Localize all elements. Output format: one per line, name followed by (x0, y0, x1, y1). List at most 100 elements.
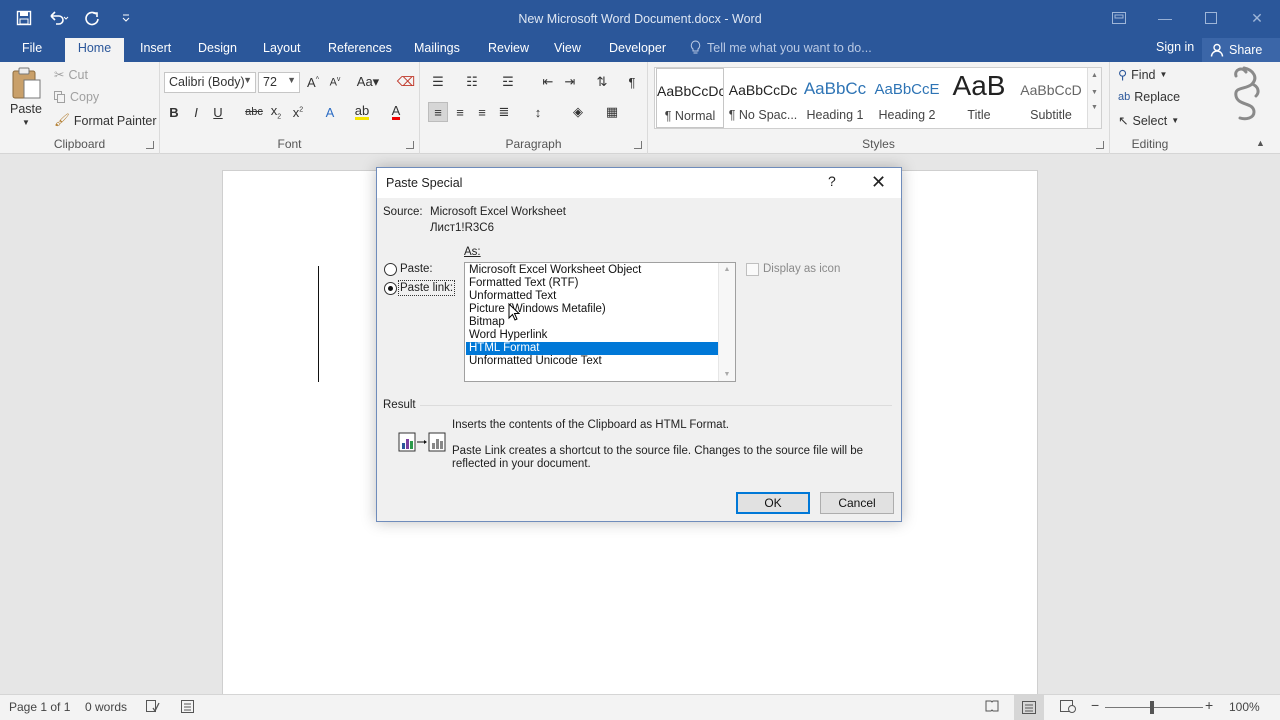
list-item[interactable]: Picture (Windows Metafile) (466, 303, 718, 316)
shading-button[interactable]: ◈ (568, 102, 588, 122)
italic-button[interactable]: I (186, 102, 206, 122)
text-effects-button[interactable]: A (320, 102, 340, 122)
align-center-button[interactable]: ≡ (450, 102, 470, 122)
zoom-in-icon[interactable]: + (1205, 697, 1213, 713)
list-item[interactable]: Microsoft Excel Worksheet Object (466, 264, 718, 277)
tab-insert[interactable]: Insert (138, 38, 173, 62)
web-layout-icon[interactable] (1060, 700, 1076, 716)
tab-view[interactable]: View (552, 38, 583, 62)
listbox-scrollbar[interactable]: ▲ ▼ (718, 263, 735, 381)
style-normal[interactable]: AaBbCcDc ¶ Normal (656, 68, 724, 128)
paragraph-launcher-icon[interactable] (634, 141, 642, 149)
collapse-ribbon-icon[interactable]: ▲ (1256, 138, 1265, 148)
list-item[interactable]: Unformatted Unicode Text (466, 355, 718, 368)
list-item[interactable]: Bitmap (466, 316, 718, 329)
tab-layout[interactable]: Layout (261, 38, 303, 62)
paste-radio-label[interactable]: Paste: (400, 263, 433, 275)
strikethrough-button[interactable]: abc (244, 102, 264, 122)
style-heading-2[interactable]: AaBbCcE Heading 2 (871, 68, 943, 128)
proofing-icon[interactable] (146, 700, 160, 716)
increase-indent-button[interactable]: ⇥ (560, 72, 580, 92)
chevron-up-icon[interactable]: ▲ (719, 266, 735, 273)
zoom-level[interactable]: 100% (1229, 700, 1260, 714)
tab-review[interactable]: Review (486, 38, 531, 62)
borders-button[interactable]: ▦ (602, 102, 622, 122)
maximize-button[interactable] (1188, 0, 1234, 36)
paste-as-listbox[interactable]: Microsoft Excel Worksheet Object Formatt… (464, 262, 736, 382)
paste-button[interactable]: Paste ▼ (10, 66, 42, 127)
close-window-button[interactable]: ✕ (1234, 0, 1280, 36)
tab-file[interactable]: File (20, 38, 44, 62)
ribbon-display-button[interactable] (1096, 0, 1142, 36)
highlight-button[interactable]: ab (352, 102, 372, 122)
print-layout-icon[interactable] (1014, 695, 1044, 720)
read-mode-icon[interactable] (985, 700, 999, 715)
style-heading-1[interactable]: AaBbCc Heading 1 (799, 68, 871, 128)
align-right-button[interactable]: ≡ (472, 102, 492, 122)
styles-launcher-icon[interactable] (1096, 141, 1104, 149)
zoom-slider[interactable] (1105, 707, 1203, 708)
tab-mailings[interactable]: Mailings (412, 38, 462, 62)
font-color-button[interactable]: A (386, 102, 406, 122)
style-title[interactable]: AaB Title (943, 68, 1015, 128)
page-count[interactable]: Page 1 of 1 (9, 700, 70, 714)
select-button[interactable]: ↖ Select ▼ (1118, 113, 1179, 129)
paste-link-radio-label[interactable]: Paste link: (397, 280, 456, 296)
line-spacing-button[interactable]: ↕ (528, 102, 548, 122)
list-item[interactable]: Unformatted Text (466, 290, 718, 303)
copy-button[interactable]: Copy (54, 90, 99, 104)
show-formatting-button[interactable]: ¶ (622, 72, 642, 92)
superscript-button[interactable]: x2 (288, 102, 308, 122)
clear-formatting-button[interactable]: ⌫ (396, 72, 416, 92)
gallery-more-icon[interactable]: ▼ (1088, 104, 1101, 111)
change-case-button[interactable]: Aa▾ (353, 72, 383, 92)
styles-scroll[interactable]: ▲ ▼ ▼ (1087, 68, 1101, 128)
find-button[interactable]: ⚲ Find ▼ (1118, 67, 1167, 83)
chevron-down-icon[interactable]: ▼ (719, 371, 735, 378)
sort-button[interactable]: ⇅ (592, 72, 612, 92)
multilevel-list-button[interactable]: ☲ (498, 72, 518, 92)
list-item[interactable]: Formatted Text (RTF) (466, 277, 718, 290)
style-subtitle[interactable]: AaBbCcD Subtitle (1015, 68, 1087, 128)
chevron-up-icon[interactable]: ▲ (1088, 72, 1101, 79)
dialog-close-button[interactable]: ✕ (871, 172, 886, 193)
shrink-font-button[interactable]: Av (325, 72, 345, 92)
font-size-combo[interactable]: 72 ▼ (258, 72, 300, 93)
bullets-button[interactable]: ☰ (428, 72, 448, 92)
grow-font-button[interactable]: A^ (303, 72, 323, 92)
font-name-combo[interactable]: Calibri (Body) ▼ (164, 72, 256, 93)
display-as-icon-label[interactable]: Display as icon (763, 263, 840, 275)
replace-button[interactable]: ab Replace (1118, 90, 1180, 104)
cut-button[interactable]: ✂ Cut (54, 67, 88, 83)
font-launcher-icon[interactable] (406, 141, 414, 149)
zoom-slider-thumb[interactable] (1150, 701, 1154, 714)
ok-button[interactable]: OK (736, 492, 810, 514)
zoom-out-icon[interactable]: − (1091, 697, 1099, 713)
align-left-button[interactable]: ≡ (428, 102, 448, 122)
paste-link-radio[interactable] (384, 282, 397, 295)
style-no-spacing[interactable]: AaBbCcDc ¶ No Spac... (727, 68, 799, 128)
justify-button[interactable]: ≣ (494, 102, 514, 122)
tab-home[interactable]: Home (65, 38, 124, 62)
decrease-indent-button[interactable]: ⇤ (538, 72, 558, 92)
display-as-icon-checkbox[interactable] (746, 263, 759, 276)
word-count[interactable]: 0 words (85, 700, 127, 714)
minimize-button[interactable]: — (1142, 0, 1188, 36)
tab-developer[interactable]: Developer (607, 38, 668, 62)
tab-references[interactable]: References (326, 38, 394, 62)
format-painter-button[interactable]: 🖌 Format Painter (54, 113, 157, 128)
tab-design[interactable]: Design (196, 38, 239, 62)
share-button[interactable]: Share (1202, 38, 1280, 62)
cancel-button[interactable]: Cancel (820, 492, 894, 514)
numbering-button[interactable]: ☷ (462, 72, 482, 92)
list-item[interactable]: Word Hyperlink (466, 329, 718, 342)
underline-button[interactable]: U (208, 102, 228, 122)
help-button[interactable]: ? (828, 173, 836, 189)
subscript-button[interactable]: x2 (266, 102, 286, 122)
tell-me-box[interactable]: Tell me what you want to do... (690, 40, 872, 55)
bold-button[interactable]: B (164, 102, 184, 122)
list-item-selected[interactable]: HTML Format (466, 342, 718, 355)
sign-in-link[interactable]: Sign in (1156, 40, 1194, 54)
chevron-down-icon[interactable]: ▼ (1088, 89, 1101, 96)
paste-radio[interactable] (384, 263, 397, 276)
